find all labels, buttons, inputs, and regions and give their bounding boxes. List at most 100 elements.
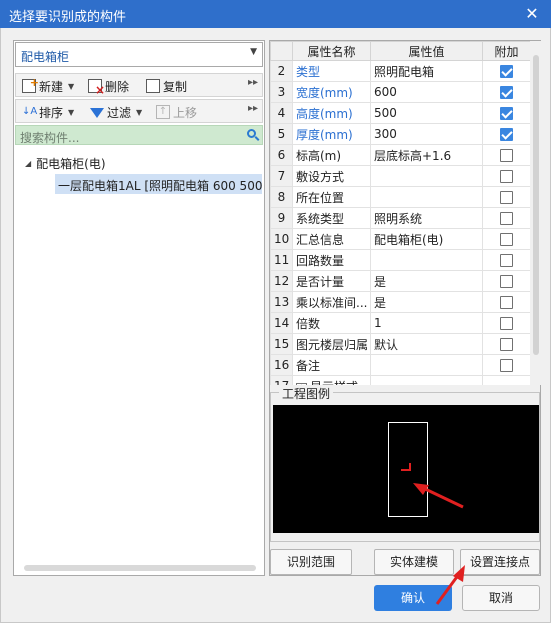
col-header-value: 属性值 xyxy=(370,41,483,61)
property-value[interactable] xyxy=(370,186,483,208)
new-button[interactable]: 新建 ▼ xyxy=(22,76,74,95)
property-value[interactable]: 层底标高+1.6 xyxy=(370,144,483,166)
title-bar: 选择要识别成的构件 ✕ xyxy=(0,0,551,28)
attach-checkbox[interactable] xyxy=(500,275,513,288)
property-row[interactable]: 11 回路数量 xyxy=(270,249,530,271)
property-value[interactable]: 1 xyxy=(370,312,483,334)
attach-checkbox[interactable] xyxy=(500,338,513,351)
property-row[interactable]: 12 是否计量是 xyxy=(270,270,530,292)
property-name: 倍数 xyxy=(292,312,371,334)
tree-item-selected[interactable]: 一层配电箱1AL [照明配电箱 600 500 300] xyxy=(55,174,262,194)
tree-root-node[interactable]: ◢ 配电箱柜(电) xyxy=(25,155,106,172)
attach-cell xyxy=(482,207,530,229)
property-row[interactable]: 3 宽度(mm) 600 xyxy=(270,81,530,103)
expand-triangle-icon[interactable]: ◢ xyxy=(25,159,31,168)
component-type-select[interactable]: 配电箱柜 ▼ xyxy=(15,42,263,67)
property-row[interactable]: 7 敷设方式 xyxy=(270,165,530,187)
attach-cell xyxy=(482,354,530,376)
scroll-thumb[interactable] xyxy=(533,55,539,355)
solid-model-button[interactable]: 实体建模 xyxy=(374,549,454,575)
copy-button[interactable]: 复制 xyxy=(146,77,187,95)
chevron-down-icon[interactable]: ▼ xyxy=(136,108,142,117)
property-row[interactable]: 10 汇总信息 配电箱柜(电) xyxy=(270,228,530,250)
attach-checkbox[interactable] xyxy=(500,212,513,225)
attach-checkbox[interactable] xyxy=(500,296,513,309)
property-row[interactable]: 8 所在位置 xyxy=(270,186,530,208)
attach-cell xyxy=(482,375,530,385)
toolbar-primary: 新建 ▼ 删除 复制 ▸▸ xyxy=(15,73,263,97)
move-up-icon: ↑ xyxy=(156,105,170,119)
attach-checkbox[interactable] xyxy=(500,107,513,120)
search-input[interactable]: 搜索构件... xyxy=(15,125,263,145)
row-number: 10 xyxy=(270,228,293,250)
attach-checkbox[interactable] xyxy=(500,233,513,246)
legend-group: 工程图例 xyxy=(270,385,540,542)
property-value[interactable]: 照明系统 xyxy=(370,207,483,229)
horizontal-scrollbar[interactable] xyxy=(24,565,256,571)
property-row[interactable]: 6 标高(m) 层底标高+1.6 xyxy=(270,144,530,166)
overflow-icon[interactable]: ▸▸ xyxy=(248,103,258,114)
property-row[interactable]: 14 倍数 1 xyxy=(270,312,530,334)
property-value[interactable]: 500 xyxy=(370,102,483,124)
property-row[interactable]: 15 图元楼层归属 默认 xyxy=(270,333,530,355)
property-row[interactable]: 16 备注 xyxy=(270,354,530,376)
chevron-down-icon[interactable]: ▼ xyxy=(68,82,74,91)
property-value[interactable]: 是 xyxy=(370,270,483,292)
property-row[interactable]: 2 类型 照明配电箱 xyxy=(270,60,530,82)
attach-checkbox[interactable] xyxy=(500,191,513,204)
property-value[interactable]: 默认 xyxy=(370,333,483,355)
row-number: 14 xyxy=(270,312,293,334)
delete-button[interactable]: 删除 xyxy=(88,77,129,97)
row-number: 6 xyxy=(270,144,293,166)
property-value[interactable] xyxy=(370,165,483,187)
row-number: 16 xyxy=(270,354,293,376)
attach-checkbox[interactable] xyxy=(500,170,513,183)
property-value[interactable]: 配电箱柜(电) xyxy=(370,228,483,250)
property-row[interactable]: 5 厚度(mm) 300 xyxy=(270,123,530,145)
search-placeholder: 搜索构件... xyxy=(20,131,80,145)
property-row[interactable]: 13 乘以标准间... 是 xyxy=(270,291,530,313)
legend-preview-canvas[interactable] xyxy=(273,405,539,533)
attach-checkbox[interactable] xyxy=(500,359,513,372)
property-value[interactable]: 300 xyxy=(370,123,483,145)
property-name: 类型 xyxy=(292,60,371,82)
attach-checkbox[interactable] xyxy=(500,128,513,141)
property-value[interactable]: 照明配电箱 xyxy=(370,60,483,82)
toolbar-secondary: ↓A 排序 ▼ 过滤 ▼ ↑ 上移 ▸▸ xyxy=(15,99,263,123)
attach-checkbox[interactable] xyxy=(500,317,513,330)
vertical-scrollbar[interactable] xyxy=(531,41,541,385)
attach-cell xyxy=(482,270,530,292)
search-icon[interactable] xyxy=(247,129,256,138)
chevron-down-icon[interactable]: ▼ xyxy=(68,108,74,117)
move-up-button[interactable]: ↑ 上移 xyxy=(156,103,197,121)
attach-checkbox[interactable] xyxy=(500,65,513,78)
attach-checkbox[interactable] xyxy=(500,254,513,267)
ok-button[interactable]: 确认 xyxy=(374,585,452,611)
property-row[interactable]: 17+显示样式 xyxy=(270,375,530,385)
property-value[interactable] xyxy=(370,375,483,385)
attach-checkbox[interactable] xyxy=(500,149,513,162)
property-row[interactable]: 4 高度(mm) 500 xyxy=(270,102,530,124)
filter-label: 过滤 xyxy=(107,105,132,120)
attach-cell xyxy=(482,81,530,103)
attach-checkbox[interactable] xyxy=(500,86,513,99)
delete-icon xyxy=(88,79,105,97)
property-name: 系统类型 xyxy=(292,207,371,229)
cancel-button[interactable]: 取消 xyxy=(462,585,540,611)
property-row[interactable]: 9 系统类型 照明系统 xyxy=(270,207,530,229)
property-value[interactable]: 是 xyxy=(370,291,483,313)
property-value[interactable] xyxy=(370,354,483,376)
identify-range-button[interactable]: 识别范围 xyxy=(270,549,352,575)
set-connection-point-button[interactable]: 设置连接点 xyxy=(460,549,540,575)
property-name: 备注 xyxy=(292,354,371,376)
overflow-icon[interactable]: ▸▸ xyxy=(248,77,258,88)
sort-icon: ↓A xyxy=(22,106,38,117)
row-number: 12 xyxy=(270,270,293,292)
component-panel: 配电箱柜 ▼ 新建 ▼ 删除 复制 ▸▸ ↓A 排序 ▼ xyxy=(13,40,265,576)
property-value[interactable]: 600 xyxy=(370,81,483,103)
filter-button[interactable]: 过滤 ▼ xyxy=(90,103,142,121)
property-value[interactable] xyxy=(370,249,483,271)
close-icon[interactable]: ✕ xyxy=(521,3,543,25)
sort-button[interactable]: ↓A 排序 ▼ xyxy=(22,103,74,121)
connection-point-marker xyxy=(401,463,411,471)
